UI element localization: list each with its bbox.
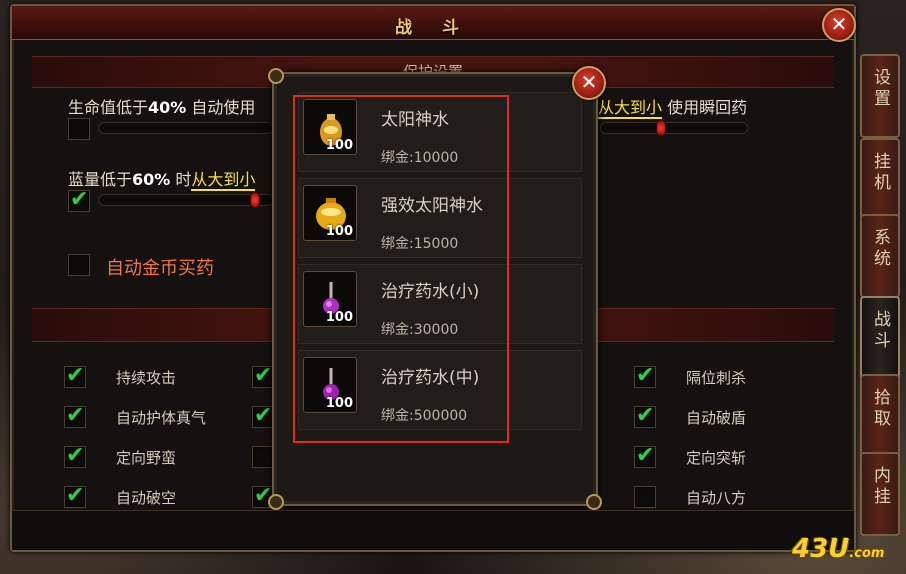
mp-slider-knob[interactable]	[250, 192, 261, 208]
potion-name: 治疗药水(小)	[381, 282, 480, 302]
option-checkbox[interactable]	[634, 443, 656, 468]
popup-corner-ornament	[586, 494, 602, 510]
side-tab-label: 设置	[870, 68, 890, 110]
gold-buy-label: 自动金币买药	[106, 258, 214, 279]
potion-name: 治疗药水(中)	[381, 368, 480, 388]
hp-instant-tail: 使用瞬回药	[667, 98, 748, 117]
potion-item[interactable]: 100 强效太阳神水绑金:15000	[298, 178, 582, 258]
side-tab-label: 内挂	[870, 466, 890, 508]
potion-count: 100	[325, 224, 353, 239]
option-label: 自动护体真气	[116, 409, 207, 427]
mp-percent[interactable]: 60%	[132, 170, 170, 189]
potion-select-popup: 100 太阳神水绑金:10000 100 强效太阳神水绑金:15000 100 治疗药水(…	[268, 68, 602, 510]
popup-close-button[interactable]: ✕	[572, 66, 606, 100]
option-label: 自动破空	[116, 489, 177, 507]
hp-prefix: 生命值低于	[68, 98, 149, 117]
option-checkbox-mid-2[interactable]	[252, 403, 274, 428]
window-close-button[interactable]: ✕	[822, 8, 856, 42]
popup-corner-ornament	[268, 68, 284, 84]
side-tab[interactable]: 系统	[860, 214, 900, 298]
watermark-suffix: .com	[849, 546, 885, 561]
window-title: 战 斗	[395, 18, 471, 38]
mp-order-link[interactable]: 从大到小	[191, 170, 256, 191]
hp-auto-use-checkbox[interactable]	[68, 118, 90, 140]
hp-percent[interactable]: 40%	[148, 98, 186, 117]
potion-count: 100	[325, 396, 353, 411]
small-heal-potion-icon: 100	[303, 271, 357, 327]
side-tab-label: 战斗	[870, 310, 890, 352]
medium-heal-potion-icon: 100	[303, 357, 357, 413]
hp-slider-knob[interactable]	[655, 120, 666, 136]
gold-buy-checkbox[interactable]	[68, 254, 90, 276]
window-title-bar: 战 斗	[12, 6, 854, 40]
side-tab[interactable]: 内挂	[860, 452, 900, 536]
potion-item[interactable]: 100 太阳神水绑金:10000	[298, 92, 582, 172]
side-tab-label: 拾取	[870, 388, 890, 430]
site-watermark-logo: 43U.com	[792, 534, 884, 564]
potion-item[interactable]: 100 治疗药水(小) 绑金:30000	[298, 264, 582, 344]
potion-price: 绑金:30000	[381, 322, 459, 338]
potion-price: 绑金:500000	[381, 408, 468, 424]
mp-mid: 时	[175, 170, 192, 189]
side-tab[interactable]: 设置	[860, 54, 900, 138]
option-label: 自动八方	[686, 489, 747, 507]
option-checkbox[interactable]	[64, 443, 86, 468]
side-tab-label: 系统	[870, 228, 890, 270]
side-tab[interactable]: 战斗	[860, 296, 900, 380]
strong-sun-potion-icon: 100	[303, 185, 357, 241]
option-checkbox[interactable]	[634, 403, 656, 428]
bottom-bar	[12, 510, 854, 550]
hp-instant-row: 从大到小 使用瞬回药	[598, 94, 748, 119]
option-label: 定向野蛮	[116, 449, 177, 467]
watermark-main: 43U	[792, 534, 850, 564]
popup-corner-ornament	[268, 494, 284, 510]
potion-count: 100	[325, 138, 353, 153]
option-label: 定向突斩	[686, 449, 747, 467]
option-label: 自动破盾	[686, 409, 747, 427]
potion-price: 绑金:15000	[381, 236, 459, 252]
hp-threshold-row: 生命值低于40% 自动使用	[68, 94, 255, 118]
hp-slider[interactable]	[98, 122, 274, 134]
potion-name: 强效太阳神水	[381, 196, 483, 216]
hp-order-link[interactable]: 从大到小	[598, 98, 663, 119]
side-tab[interactable]: 拾取	[860, 374, 900, 458]
side-tab[interactable]: 挂机	[860, 138, 900, 222]
sun-potion-icon: 100	[303, 99, 357, 155]
option-label: 隔位刺杀	[686, 369, 747, 387]
option-checkbox[interactable]	[64, 403, 86, 428]
mp-auto-use-checkbox[interactable]	[68, 187, 90, 212]
potion-item[interactable]: 100 治疗药水(中) 绑金:500000	[298, 350, 582, 430]
option-label: 持续攻击	[116, 369, 177, 387]
side-tab-label: 挂机	[870, 152, 890, 194]
potion-count: 100	[325, 310, 353, 325]
hp-instant-slider[interactable]	[600, 120, 748, 136]
potion-price: 绑金:10000	[381, 150, 459, 166]
potion-name: 太阳神水	[381, 110, 449, 130]
option-checkbox[interactable]	[634, 486, 656, 508]
mp-slider[interactable]	[98, 192, 274, 208]
option-checkbox[interactable]	[64, 483, 86, 508]
hp-suffix: 自动使用	[191, 98, 256, 117]
option-checkbox[interactable]	[634, 363, 656, 388]
option-checkbox[interactable]	[64, 363, 86, 388]
option-checkbox-mid-1[interactable]	[252, 363, 274, 388]
option-checkbox-mid-3[interactable]	[252, 446, 274, 468]
mp-threshold-row: 蓝量低于60% 时从大到小	[68, 166, 256, 191]
